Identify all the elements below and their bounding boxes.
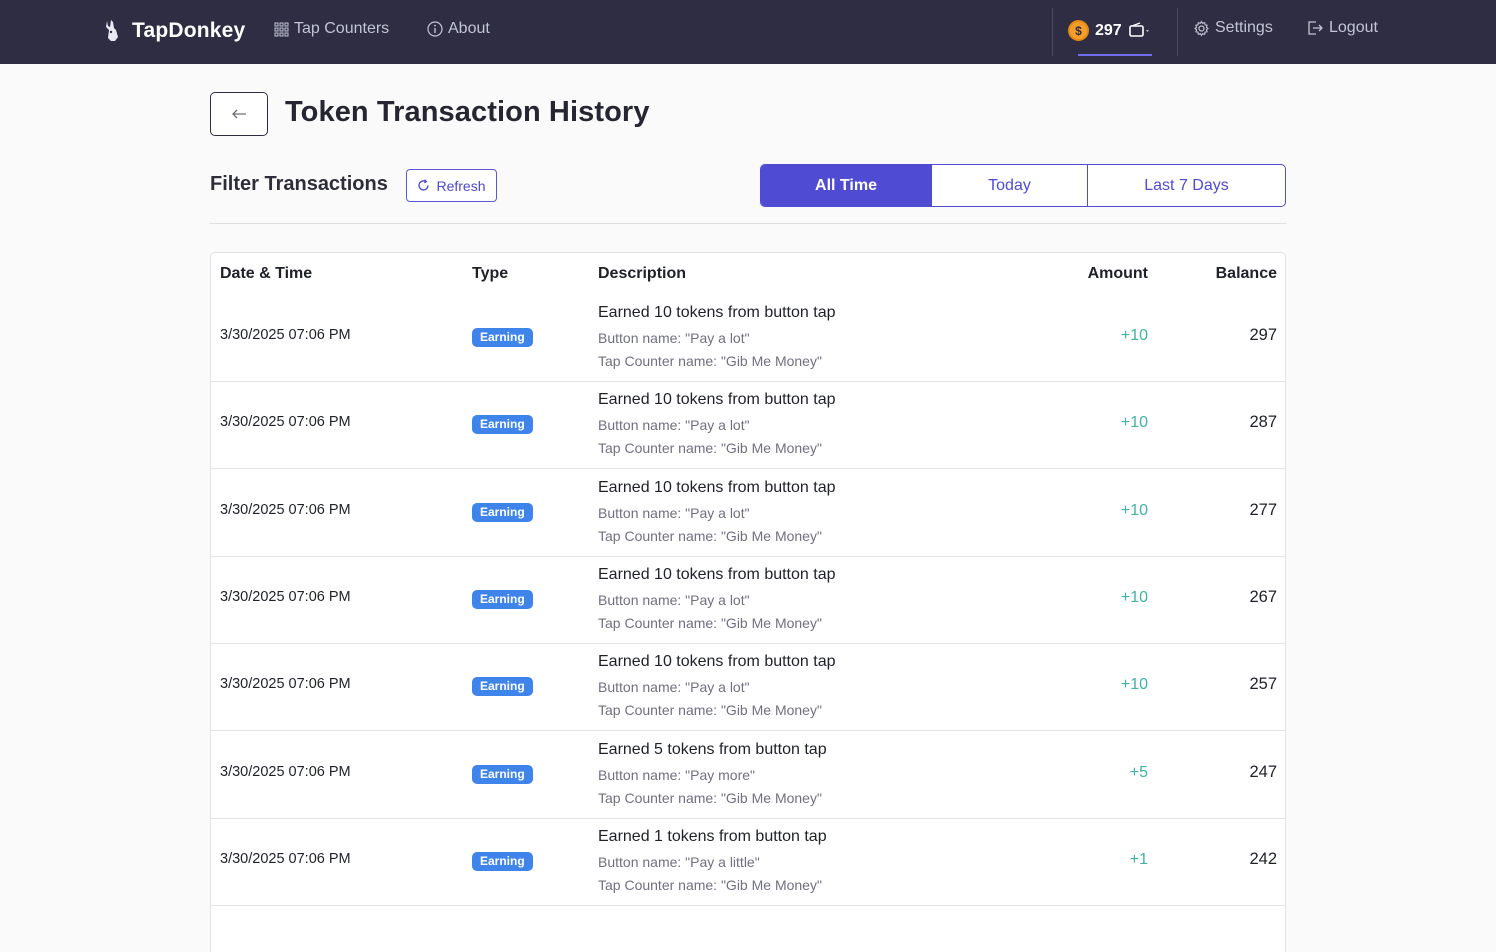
filter-title: Filter Transactions [210,173,388,195]
table-row: 3/30/2025 07:06 PM Earning Earned 1 toke… [211,819,1285,906]
time-filter-group: All Time Today Last 7 Days [760,164,1286,207]
cell-date: 3/30/2025 07:06 PM [220,589,351,605]
cell-amount: +10 [1120,502,1148,519]
cell-counter-name: Tap Counter name: "Gib Me Money" [598,615,822,631]
cell-date: 3/30/2025 07:06 PM [220,676,351,692]
nav-divider [1177,8,1178,56]
table-row: 3/30/2025 07:06 PM Earning Earned 10 tok… [211,295,1285,382]
column-header-balance: Balance [1215,265,1277,282]
type-badge: Earning [472,503,533,522]
column-header-description: Description [598,265,687,282]
logout-icon [1308,21,1323,35]
cell-balance: 287 [1249,413,1277,431]
type-badge: Earning [472,677,533,696]
page-title: Token Transaction History [285,96,650,128]
column-header-date: Date & Time [220,265,313,282]
section-divider [210,223,1286,224]
top-navbar: TapDonkey Tap Counters About $ 297 Setti… [0,0,1496,64]
cell-amount: +1 [1129,851,1148,868]
cell-date: 3/30/2025 07:06 PM [220,327,351,343]
filter-all-time[interactable]: All Time [761,165,932,206]
donkey-icon [106,20,118,41]
cell-amount: +10 [1120,327,1148,344]
cell-counter-name: Tap Counter name: "Gib Me Money" [598,353,822,369]
cell-balance: 257 [1249,675,1277,693]
type-badge: Earning [472,852,533,871]
filter-today[interactable]: Today [932,165,1088,206]
cell-amount: +10 [1120,676,1148,693]
gear-icon [1194,19,1209,37]
cell-amount: +10 [1120,589,1148,606]
cell-counter-name: Tap Counter name: "Gib Me Money" [598,440,822,456]
table-row: 3/30/2025 07:06 PM Earning Earned 5 toke… [211,732,1285,819]
cell-description: Earned 1 tokens from button tap [598,828,827,845]
refresh-icon [418,179,430,191]
wallet-dropdown[interactable]: $ 297 [1068,20,1152,56]
cell-button-name: Button name: "Pay more" [598,767,756,783]
column-header-type: Type [472,265,509,282]
cell-button-name: Button name: "Pay a lot" [598,679,750,695]
cell-description: Earned 10 tokens from button tap [598,566,836,583]
cell-balance: 277 [1249,501,1277,519]
wallet-amount: 297 [1095,22,1122,39]
nav-tap-counters-label: Tap Counters [294,20,390,37]
cell-balance: 247 [1249,763,1277,781]
back-button[interactable] [210,92,268,136]
cell-balance: 242 [1249,850,1277,868]
cell-date: 3/30/2025 07:06 PM [220,851,351,867]
type-badge: Earning [472,415,533,434]
cell-button-name: Button name: "Pay a little" [598,854,760,870]
grid-icon [274,22,289,36]
cell-button-name: Button name: "Pay a lot" [598,505,750,521]
cell-description: Earned 10 tokens from button tap [598,304,836,321]
cell-date: 3/30/2025 07:06 PM [220,414,351,430]
refresh-label: Refresh [436,177,486,194]
nav-settings-label: Settings [1215,19,1273,36]
wallet-icon [1128,22,1149,37]
nav-divider [1052,8,1053,56]
brand-name: TapDonkey [132,19,246,42]
table-row: 3/30/2025 07:06 PM Earning Earned 10 tok… [211,470,1285,557]
type-badge: Earning [472,328,533,347]
cell-description: Earned 10 tokens from button tap [598,479,836,496]
nav-logout-label: Logout [1329,19,1378,36]
cell-amount: +5 [1129,764,1148,781]
cell-description: Earned 10 tokens from button tap [598,391,836,408]
arrow-left-icon [232,109,246,119]
info-icon [427,21,443,37]
table-row: 3/30/2025 07:06 PM Earning Earned 10 tok… [211,382,1285,469]
nav-about-label: About [448,20,490,37]
table-row: 3/30/2025 07:06 PM Earning Earned 10 tok… [211,557,1285,644]
cell-button-name: Button name: "Pay a lot" [598,592,750,608]
refresh-button[interactable]: Refresh [406,169,497,202]
cell-button-name: Button name: "Pay a lot" [598,330,750,346]
filter-last-7-days[interactable]: Last 7 Days [1088,165,1285,206]
cell-counter-name: Tap Counter name: "Gib Me Money" [598,702,822,718]
cell-counter-name: Tap Counter name: "Gib Me Money" [598,790,822,806]
cell-counter-name: Tap Counter name: "Gib Me Money" [598,877,822,893]
cell-date: 3/30/2025 07:06 PM [220,502,351,518]
nav-tap-counters[interactable]: Tap Counters [274,20,389,38]
type-badge: Earning [472,765,533,784]
nav-logout[interactable]: Logout [1307,19,1378,37]
cell-balance: 267 [1249,588,1277,606]
column-header-amount: Amount [1087,265,1148,282]
nav-settings[interactable]: Settings [1193,19,1273,37]
cell-balance: 297 [1249,326,1277,344]
cell-amount: +10 [1120,414,1148,431]
nav-about[interactable]: About [427,20,490,38]
cell-description: Earned 5 tokens from button tap [598,741,827,758]
cell-counter-name: Tap Counter name: "Gib Me Money" [598,528,822,544]
coin-icon: $ [1068,20,1089,41]
brand[interactable]: TapDonkey [102,18,245,44]
type-badge: Earning [472,590,533,609]
wallet-active-indicator [1078,54,1152,56]
cell-date: 3/30/2025 07:06 PM [220,764,351,780]
cell-button-name: Button name: "Pay a lot" [598,417,750,433]
transactions-table: Date & Time Type Description Amount Bala… [210,252,1286,952]
cell-description: Earned 10 tokens from button tap [598,653,836,670]
table-row: 3/30/2025 07:06 PM Earning Earned 10 tok… [211,644,1285,731]
